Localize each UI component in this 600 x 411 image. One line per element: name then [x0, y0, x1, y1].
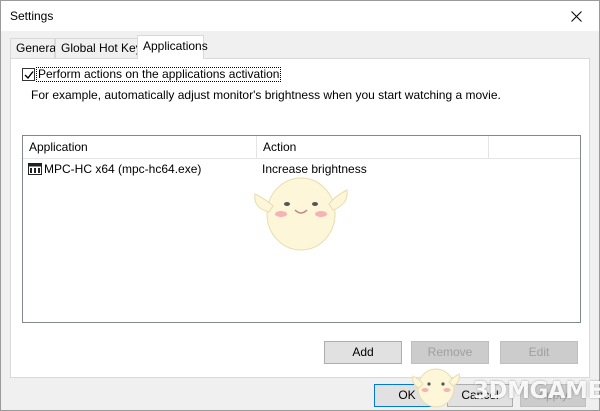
row-application: MPC-HC x64 (mpc-hc64.exe) — [44, 162, 202, 176]
watermark-text: 3DMGAME — [473, 378, 600, 404]
settings-window: Settings General Global Hot Keys Applica… — [0, 0, 600, 411]
checkmark-icon — [24, 70, 34, 79]
applications-list[interactable]: Application Action MPC-HC x64 (mpc-hc64.… — [22, 135, 581, 323]
ok-button[interactable]: OK — [374, 384, 440, 407]
close-button[interactable] — [553, 1, 599, 31]
remove-button[interactable]: Remove — [411, 341, 489, 364]
tab-general[interactable]: General — [10, 38, 59, 58]
row-action: Increase brightness — [262, 162, 367, 176]
table-row[interactable]: MPC-HC x64 (mpc-hc64.exe) Increase brigh… — [23, 160, 580, 178]
add-button[interactable]: Add — [324, 341, 402, 364]
tab-applications[interactable]: Applications — [137, 35, 208, 59]
tab-global-hot-keys[interactable]: Global Hot Keys — [55, 38, 148, 58]
mpc-hc-app-icon — [28, 163, 42, 175]
activation-checkbox-label[interactable]: Perform actions on the applications acti… — [36, 67, 282, 82]
list-header: Application Action — [23, 136, 580, 159]
window-title: Settings — [10, 9, 54, 23]
close-icon — [570, 10, 582, 22]
column-header-action[interactable]: Action — [257, 136, 489, 159]
applications-panel: Perform actions on the applications acti… — [10, 58, 590, 378]
title-bar: Settings — [1, 1, 599, 31]
column-header-application[interactable]: Application — [23, 136, 257, 159]
activation-checkbox-row[interactable]: Perform actions on the applications acti… — [22, 67, 282, 82]
edit-button[interactable]: Edit — [500, 341, 578, 364]
activation-checkbox[interactable] — [22, 68, 35, 81]
hint-text: For example, automatically adjust monito… — [31, 88, 501, 102]
